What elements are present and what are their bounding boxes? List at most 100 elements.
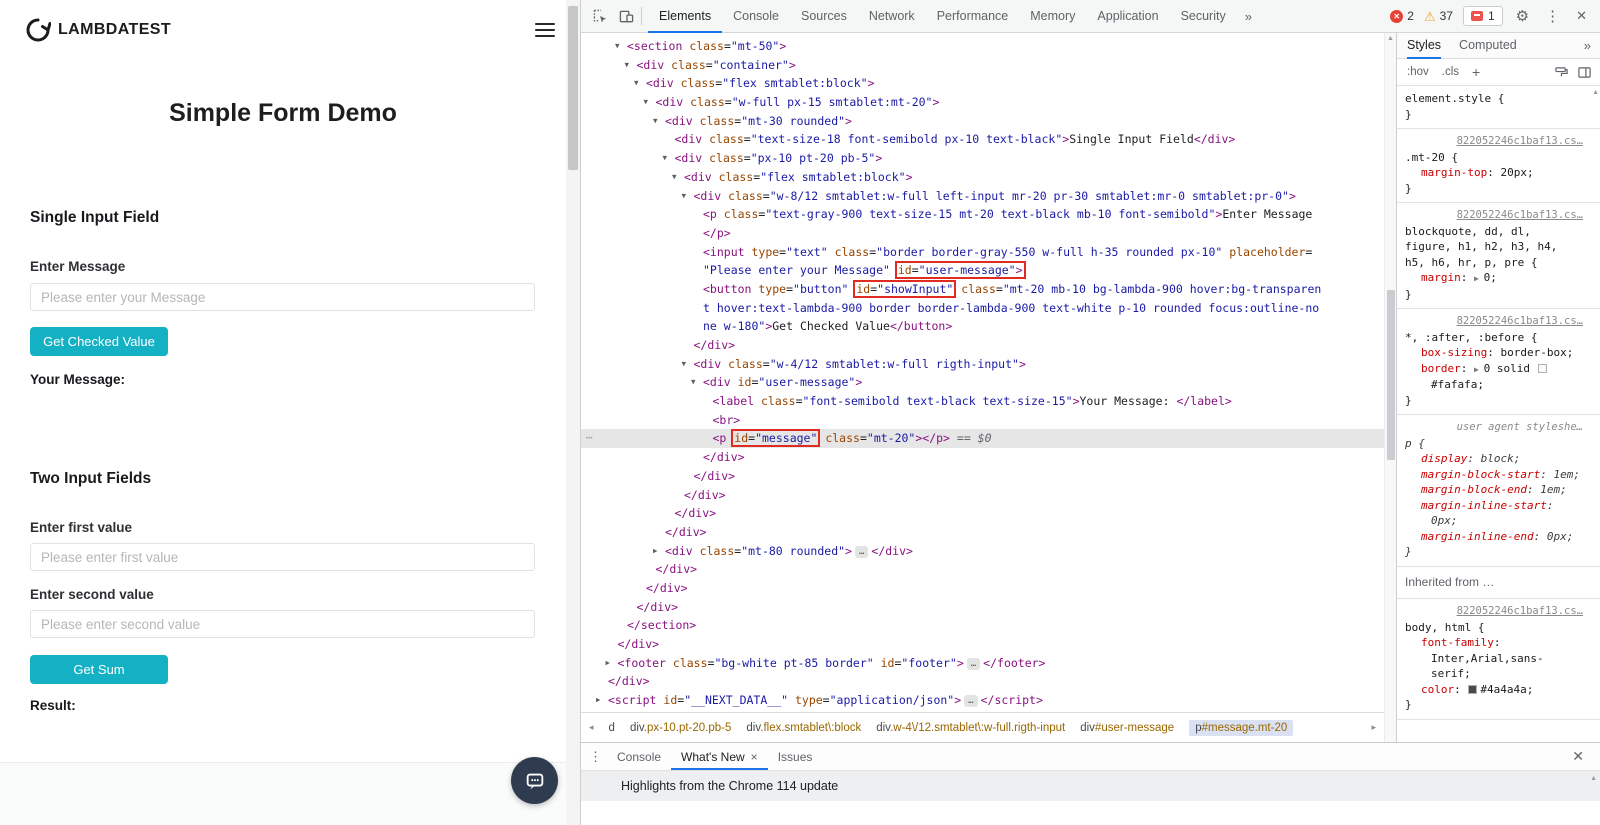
issues-badge[interactable]: 1: [1462, 6, 1503, 26]
get-checked-value-button[interactable]: Get Checked Value: [30, 327, 168, 356]
devtools-tab-memory[interactable]: Memory: [1019, 0, 1086, 33]
elements-scrollbar-thumb[interactable]: [1387, 290, 1395, 460]
style-property[interactable]: color: #4a4a4a;: [1405, 682, 1583, 698]
style-property[interactable]: margin-top: 20px;: [1405, 165, 1583, 181]
expand-shorthand-icon[interactable]: ▶: [1474, 365, 1484, 374]
elements-tree-row[interactable]: <input type="text" class="border border-…: [581, 243, 1384, 262]
whats-new-headline[interactable]: Highlights from the Chrome 114 update: [621, 779, 838, 793]
devtools-tab-network[interactable]: Network: [858, 0, 926, 33]
row-overflow-menu[interactable]: ⋯: [586, 429, 593, 448]
error-badge[interactable]: ✕ 2: [1390, 9, 1414, 23]
collapsed-content-ellipsis[interactable]: …: [964, 695, 978, 708]
collapse-arrow-icon[interactable]: ▼: [672, 168, 677, 187]
drawer-tab-console[interactable]: Console: [607, 743, 671, 770]
style-property[interactable]: margin-block-end: 1em;: [1405, 482, 1583, 498]
elements-tree-row[interactable]: </div>: [581, 635, 1384, 654]
elements-tree-row[interactable]: t hover:text-lambda-900 border border-la…: [581, 299, 1384, 318]
stylesheet-link[interactable]: 822052246c1baf13.cs…: [1405, 134, 1583, 150]
styles-more-tabs-icon[interactable]: »: [1584, 38, 1591, 53]
elements-tree-row[interactable]: <div class="text-size-18 font-semibold p…: [581, 130, 1384, 149]
breadcrumb-item[interactable]: div.px-10.pt-20.pb-5: [630, 722, 731, 734]
styles-scrollbar-up-icon[interactable]: ▲: [1592, 89, 1599, 96]
elements-tree-row[interactable]: ▼ <div class="flex smtablet:block">: [581, 168, 1384, 187]
stylesheet-link[interactable]: 822052246c1baf13.cs…: [1405, 604, 1583, 620]
style-property[interactable]: font-family: Inter,Arial,sans-serif;: [1405, 635, 1583, 682]
style-property[interactable]: box-sizing: border-box;: [1405, 345, 1583, 361]
collapse-arrow-icon[interactable]: ▼: [634, 74, 639, 93]
drawer-tab-issues[interactable]: Issues: [768, 743, 823, 770]
devtools-tab-performance[interactable]: Performance: [926, 0, 1020, 33]
breadcrumb-item[interactable]: div#user-message: [1080, 722, 1174, 734]
elements-tree-row[interactable]: </div>: [581, 672, 1384, 691]
breadcrumb-scroll-left-icon[interactable]: ◂: [589, 722, 594, 733]
elements-tree-row[interactable]: ▼ <div class="w-8/12 smtablet:w-full left…: [581, 187, 1384, 206]
page-scrollbar[interactable]: [566, 0, 580, 825]
tab-close-icon[interactable]: ×: [751, 744, 758, 770]
drawer-menu-icon[interactable]: ⋮: [589, 749, 607, 765]
rule-selector[interactable]: *, :after, :before {: [1405, 330, 1583, 346]
style-property[interactable]: margin: ▶ 0;: [1405, 270, 1583, 287]
devtools-tab-security[interactable]: Security: [1170, 0, 1237, 33]
elements-tree-row[interactable]: "Please enter your Message" id="user-mes…: [581, 261, 1384, 280]
drawer-tab-what-s-new[interactable]: What's New ×: [671, 743, 768, 770]
style-property[interactable]: margin-inline-end: 0px;: [1405, 529, 1583, 545]
expand-arrow-icon[interactable]: ▶: [596, 691, 601, 710]
message-input[interactable]: [30, 283, 535, 311]
lambdatest-logo[interactable]: LAMBDATEST: [25, 17, 171, 43]
hamburger-menu-icon[interactable]: [535, 23, 555, 38]
stylesheet-link[interactable]: 822052246c1baf13.cs…: [1405, 314, 1583, 330]
new-style-rule-button[interactable]: +: [1472, 64, 1480, 80]
devtools-tab-application[interactable]: Application: [1086, 0, 1169, 33]
tab-styles[interactable]: Styles: [1407, 33, 1441, 59]
style-property[interactable]: display: block;: [1405, 451, 1583, 467]
collapse-arrow-icon[interactable]: ▼: [682, 355, 687, 374]
elements-tree-row[interactable]: ▶ <div class="mt-80 rounded">… </div>: [581, 542, 1384, 561]
devtools-tab-sources[interactable]: Sources: [790, 0, 858, 33]
devtools-close-icon[interactable]: ✕: [1573, 8, 1590, 24]
collapsed-content-ellipsis[interactable]: …: [854, 545, 869, 558]
second-value-input[interactable]: [30, 610, 535, 638]
devtools-tab-elements[interactable]: Elements: [648, 0, 722, 33]
expand-arrow-icon[interactable]: ▶: [653, 542, 658, 561]
elements-tree-row[interactable]: ▼ <div class="px-10 pt-20 pb-5">: [581, 149, 1384, 168]
elements-tree-row[interactable]: </div>: [581, 336, 1384, 355]
collapse-arrow-icon[interactable]: ▼: [691, 373, 696, 392]
elements-tree-row[interactable]: </p>: [581, 224, 1384, 243]
style-property[interactable]: margin-inline-start: 0px;: [1405, 498, 1583, 529]
more-tabs-button[interactable]: »: [1237, 9, 1260, 24]
elements-tree-row[interactable]: ▶ <footer class="bg-white pt-85 border" i…: [581, 654, 1384, 673]
elements-tree-row[interactable]: ▼ <div class="w-4/12 smtablet:w-full rigt…: [581, 355, 1384, 374]
toggle-hover-button[interactable]: :hov: [1407, 66, 1429, 78]
elements-tree-row[interactable]: </div>: [581, 598, 1384, 617]
scrollbar-up-icon[interactable]: ▲: [1387, 35, 1394, 42]
stylesheet-link[interactable]: 822052246c1baf13.cs…: [1405, 208, 1583, 224]
elements-tree-row[interactable]: ▼ <div class="mt-30 rounded">: [581, 112, 1384, 131]
drawer-close-icon[interactable]: ✕: [1564, 748, 1592, 765]
collapse-arrow-icon[interactable]: ▼: [682, 187, 687, 206]
warning-badge[interactable]: ⚠ 37: [1424, 9, 1453, 23]
drawer-scrollbar-up-icon[interactable]: ▲: [1590, 775, 1597, 782]
collapsed-content-ellipsis[interactable]: …: [966, 657, 981, 670]
style-property[interactable]: border: ▶ 0 solid #fafafa;: [1405, 361, 1583, 393]
color-swatch[interactable]: [1468, 684, 1478, 694]
expand-arrow-icon[interactable]: ▶: [606, 654, 611, 673]
device-toolbar-icon[interactable]: [613, 4, 639, 28]
elements-tree-row[interactable]: ▼ <section class="mt-50">: [581, 37, 1384, 56]
elements-tree-row[interactable]: </div>: [581, 504, 1384, 523]
breadcrumb-scroll-right-icon[interactable]: ▸: [1371, 722, 1376, 733]
elements-tree-row[interactable]: ne w-180">Get Checked Value</button>: [581, 317, 1384, 336]
elements-tree-row[interactable]: <p class="text-gray-900 text-size-15 mt-…: [581, 205, 1384, 224]
inspect-element-icon[interactable]: [587, 4, 613, 28]
elements-scrollbar[interactable]: ▲: [1384, 33, 1396, 742]
breadcrumb-item[interactable]: d: [609, 722, 615, 734]
toggle-class-button[interactable]: .cls: [1442, 66, 1459, 78]
elements-tree-row[interactable]: </div>: [581, 579, 1384, 598]
elements-tree-row[interactable]: </section>: [581, 616, 1384, 635]
color-swatch[interactable]: [1537, 363, 1547, 373]
breadcrumb-item[interactable]: div.flex.smtablet\:block: [746, 722, 861, 734]
rule-selector[interactable]: body, html {: [1405, 620, 1583, 636]
collapse-arrow-icon[interactable]: ▼: [644, 93, 649, 112]
devtools-menu-icon[interactable]: ⋮: [1542, 7, 1563, 25]
elements-tree-row[interactable]: </div>: [581, 486, 1384, 505]
rule-selector[interactable]: p {: [1405, 436, 1583, 452]
